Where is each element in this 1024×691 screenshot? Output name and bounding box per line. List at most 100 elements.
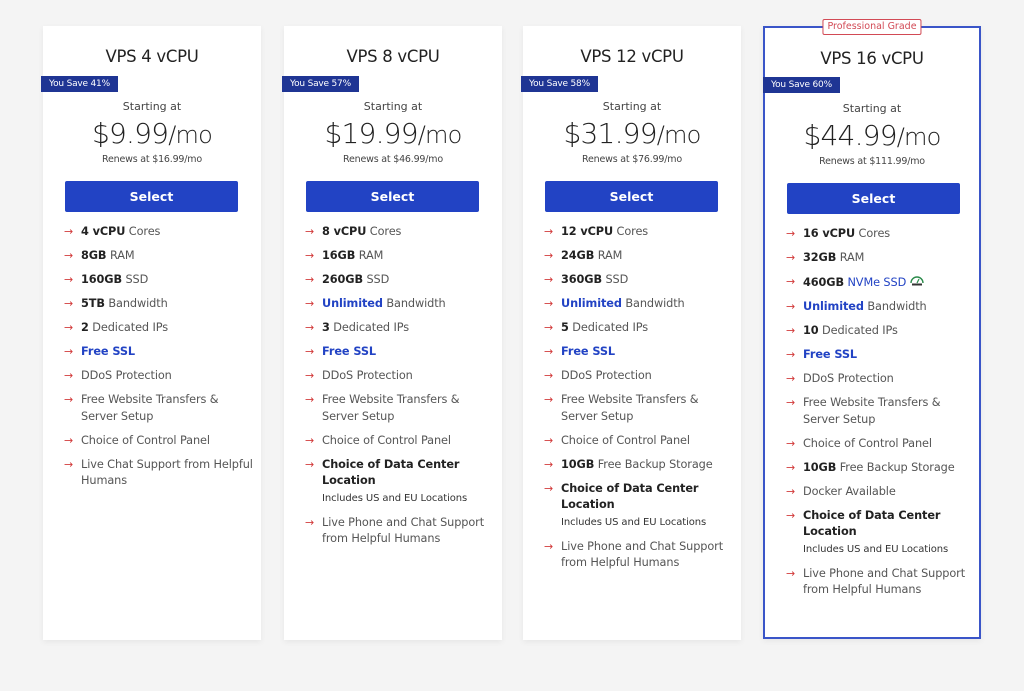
feature-item: → 160GB SSD: [64, 272, 253, 289]
feature-item: → 260GB SSD: [305, 272, 494, 289]
feature-value: 2: [81, 321, 89, 334]
price-amount: $19.99: [324, 117, 419, 150]
feature-text: Bandwidth: [621, 297, 685, 310]
feature-value: 16GB: [322, 249, 356, 262]
price-period: /mo: [417, 121, 463, 149]
plan-card-vps-12: VPS 12 vCPU You Save 58% Starting at $31…: [521, 26, 741, 640]
plan-title: VPS 16 vCPU: [820, 49, 924, 68]
plan-title: VPS 12 vCPU: [580, 47, 684, 66]
feature-item: → Choice of Control Panel: [64, 433, 253, 450]
feature-text: Docker Available: [803, 484, 896, 498]
arrow-right-icon: →: [544, 297, 554, 310]
plan-card-vps-4: VPS 4 vCPU You Save 41% Starting at $9.9…: [41, 26, 261, 640]
feature-value: 8 vCPU: [322, 225, 367, 238]
feature-text: Free Website Transfers & Server Setup: [81, 393, 222, 423]
feature-text: Free Website Transfers & Server Setup: [322, 393, 463, 423]
feature-text: Dedicated IPs: [568, 321, 649, 334]
feature-value: 5: [561, 321, 569, 334]
save-badge: You Save 57%: [282, 76, 359, 92]
feature-item: → Free Website Transfers & Server Setup: [786, 395, 971, 428]
feature-text: DDoS Protection: [561, 369, 652, 382]
renewal-price: Renews at $111.99/mo: [819, 156, 925, 167]
feature-text: Live Phone and Chat Support from Helpful…: [322, 515, 488, 546]
arrow-right-icon: →: [544, 433, 554, 447]
feature-item: → 8 vCPU Cores: [305, 224, 494, 241]
arrow-right-icon: →: [64, 249, 74, 262]
price-period: /mo: [168, 121, 213, 149]
feature-item: → Live Phone and Chat Support from Helpfu…: [786, 566, 971, 599]
feature-text: Free Website Transfers & Server Setup: [561, 393, 702, 423]
arrow-right-icon: →: [544, 393, 554, 406]
feature-text: DDoS Protection: [322, 369, 413, 382]
arrow-right-icon: →: [544, 273, 554, 286]
feature-heading: Choice of Data Center Location: [322, 457, 460, 488]
feature-text: Live Phone and Chat Support from Helpful…: [803, 566, 969, 597]
arrow-right-icon: →: [64, 433, 74, 447]
feature-subtext: Includes US and EU Locations: [322, 492, 468, 504]
feature-text: Free Backup Storage: [594, 457, 713, 471]
feature-value: 32GB: [803, 251, 837, 264]
feature-text: Dedicated IPs: [88, 321, 169, 334]
feature-list: → 4 vCPU Cores → 8GB RAM → 160GB SSD → 5TB Band…: [64, 224, 253, 497]
starting-at-label: Starting at: [602, 100, 662, 113]
feature-item: → 16 vCPU Cores: [786, 226, 971, 243]
feature-text: Dedicated IPs: [329, 321, 410, 334]
select-button[interactable]: Select: [545, 181, 718, 212]
feature-subtext: Includes US and EU Locations: [561, 516, 707, 528]
arrow-right-icon: →: [786, 300, 796, 313]
arrow-right-icon: →: [786, 275, 796, 288]
arrow-right-icon: →: [786, 396, 796, 409]
select-button[interactable]: Select: [65, 181, 238, 212]
price-period: /mo: [656, 121, 702, 149]
feature-highlight: Free SSL: [81, 345, 135, 358]
feature-item: → 10GB Free Backup Storage: [544, 457, 733, 474]
feature-item: → 10 Dedicated IPs: [786, 323, 971, 340]
arrow-right-icon: →: [64, 297, 74, 310]
feature-text: SSD: [121, 273, 149, 286]
feature-item: → Live Chat Support from Helpful Humans: [64, 457, 253, 490]
arrow-right-icon: →: [786, 251, 796, 264]
arrow-right-icon: →: [64, 345, 74, 358]
feature-text: Cores: [366, 225, 402, 238]
arrow-right-icon: →: [544, 321, 554, 334]
feature-item: → 3 Dedicated IPs: [305, 320, 494, 337]
arrow-right-icon: →: [305, 225, 315, 238]
arrow-right-icon: →: [305, 393, 315, 406]
arrow-right-icon: →: [305, 297, 315, 310]
feature-value: 360GB: [561, 273, 602, 286]
feature-value: 3: [322, 321, 330, 334]
select-button[interactable]: Select: [787, 183, 960, 214]
feature-text: Choice of Control Panel: [81, 433, 210, 447]
arrow-right-icon: →: [786, 372, 796, 385]
arrow-right-icon: →: [305, 345, 315, 358]
feature-text: Free Website Transfers & Server Setup: [803, 396, 944, 426]
feature-item: → Free Website Transfers & Server Setup: [305, 392, 494, 425]
feature-item: → 5 Dedicated IPs: [544, 320, 733, 337]
feature-value: 8GB: [81, 249, 107, 262]
price: $44.99/mo: [765, 119, 979, 152]
feature-text: Bandwidth: [863, 300, 927, 313]
arrow-right-icon: →: [544, 225, 554, 238]
feature-highlight: Unlimited: [322, 297, 383, 310]
arrow-right-icon: →: [544, 249, 554, 262]
feature-item: → Live Phone and Chat Support from Helpfu…: [544, 539, 733, 572]
feature-highlight: Free SSL: [322, 345, 376, 358]
arrow-right-icon: →: [786, 508, 796, 522]
feature-text: Choice of Control Panel: [322, 433, 451, 447]
feature-value: 12 vCPU: [561, 225, 614, 238]
arrow-right-icon: →: [544, 481, 554, 495]
starting-at-label: Starting at: [842, 102, 902, 115]
arrow-right-icon: →: [544, 345, 554, 358]
feature-item: → 8GB RAM: [64, 248, 253, 265]
feature-item: → DDoS Protection: [786, 371, 971, 388]
price-amount: $9.99: [92, 117, 169, 150]
feature-highlight-text: NVMe SSD: [843, 275, 907, 289]
feature-subtext: Includes US and EU Locations: [803, 543, 949, 555]
feature-item: → Choice of Control Panel: [305, 433, 494, 450]
feature-highlight: Unlimited: [803, 300, 864, 313]
select-button[interactable]: Select: [306, 181, 479, 212]
feature-text: Live Chat Support from Helpful Humans: [81, 457, 257, 488]
arrow-right-icon: →: [64, 321, 74, 334]
price: $9.99/mo: [43, 117, 261, 150]
arrow-right-icon: →: [64, 457, 74, 471]
